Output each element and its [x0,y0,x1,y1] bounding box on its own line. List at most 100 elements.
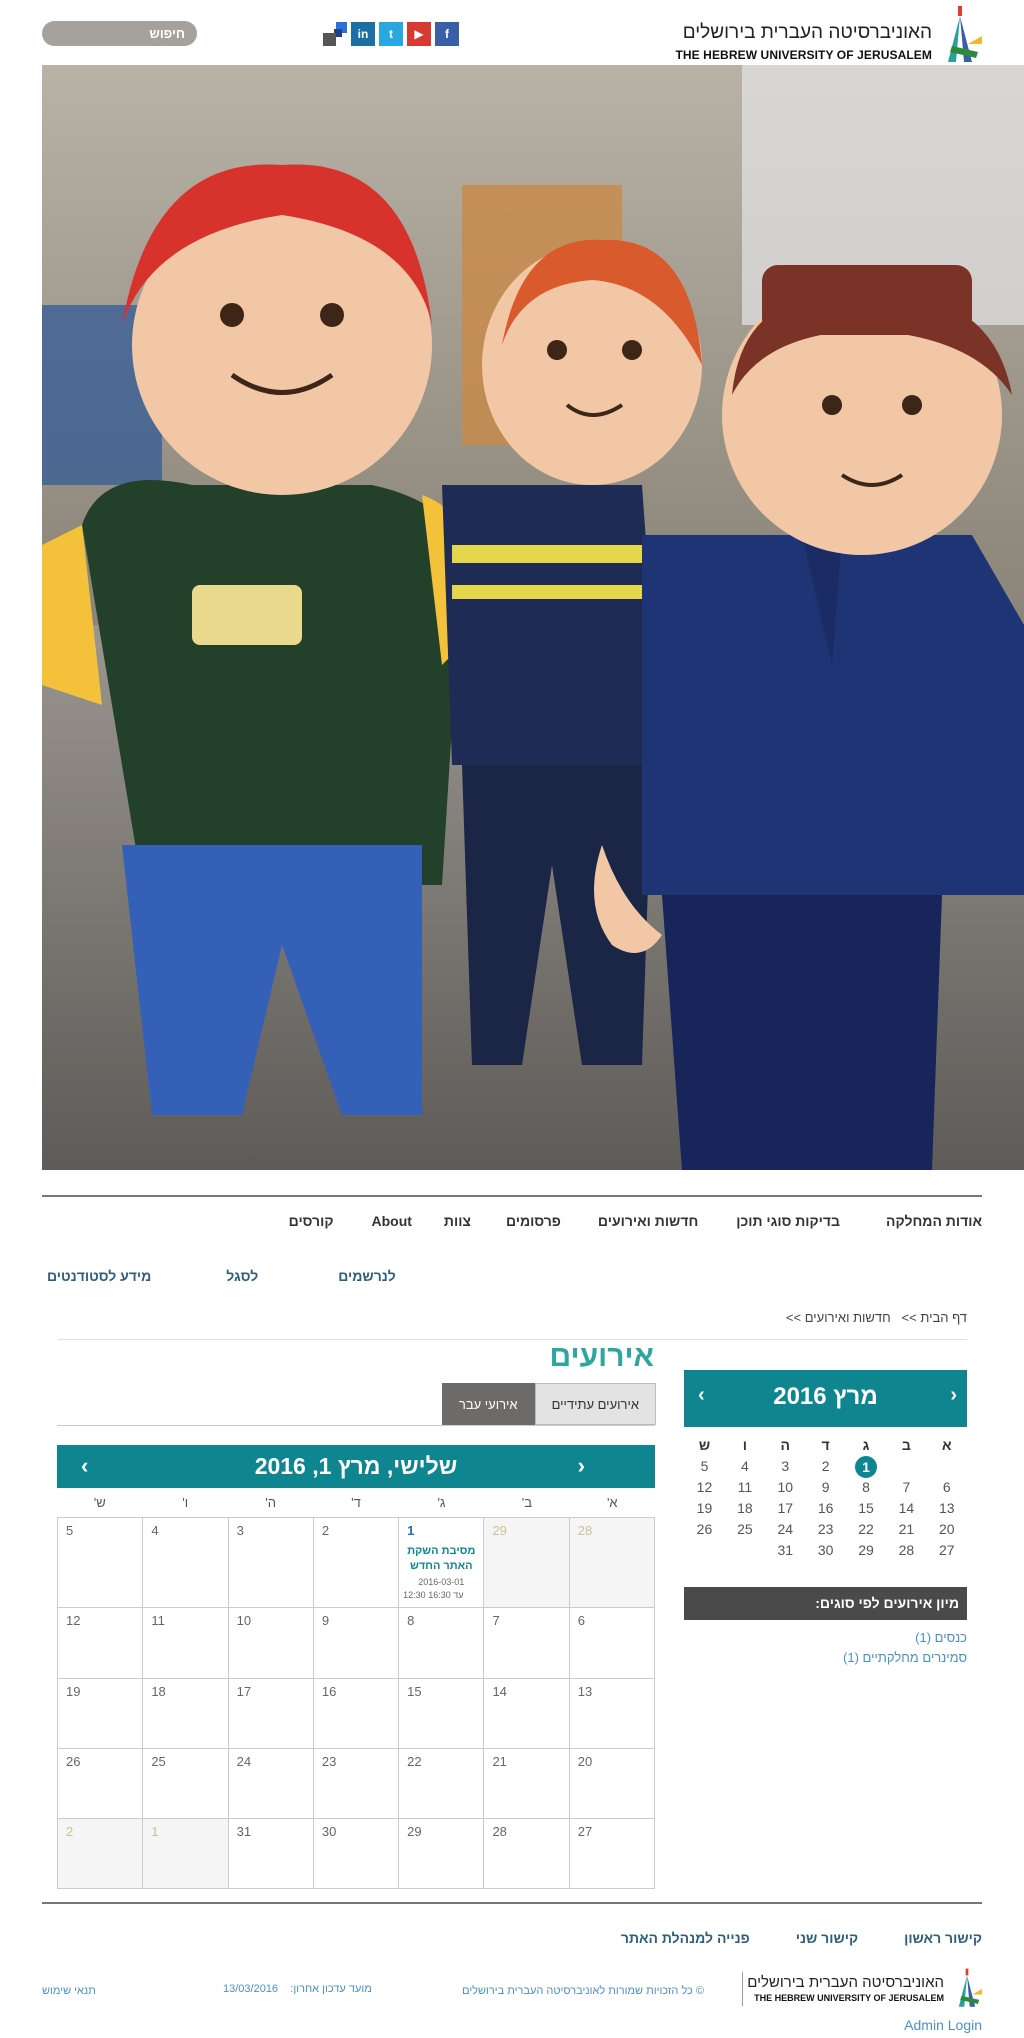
event-title[interactable]: מסיבת השקת האתר החדש [403,1544,479,1574]
calendar-day[interactable]: 29 [398,1819,484,1889]
mini-day[interactable]: 11 [725,1477,765,1498]
mini-day[interactable]: 9 [805,1477,845,1498]
calendar-day[interactable]: 26 [57,1749,143,1819]
footer-link-second[interactable]: קישור שני [796,1930,858,1946]
calendar-day[interactable]: 14 [483,1679,569,1749]
calendar-day[interactable]: 13 [568,1679,654,1749]
nav-item-news-events[interactable]: חדשות ואירועים [598,1213,698,1229]
admin-login-link[interactable]: Admin Login [904,2017,982,2033]
youtube-icon[interactable]: ▶ [407,22,431,46]
mini-day[interactable]: 18 [725,1498,765,1519]
mini-day[interactable]: 15 [846,1498,886,1519]
mini-day[interactable]: 17 [765,1498,805,1519]
mini-day[interactable]: 26 [684,1519,724,1540]
calendar-day[interactable]: 3 [227,1518,313,1608]
mini-day[interactable]: 14 [886,1498,926,1519]
footer-logo[interactable]: האוניברסיטה העברית בירושלים THE HEBREW U… [747,1966,982,2012]
search-button[interactable]: חיפוש [42,21,197,46]
calendar-day[interactable]: 11 [142,1608,228,1679]
footer-link-contact-admin[interactable]: פנייה למנהלת האתר [621,1930,750,1946]
sort-item-conferences[interactable]: כנסים (1) [843,1628,967,1648]
sort-item-seminars[interactable]: סמינרים מחלקתיים (1) [843,1648,967,1668]
calendar-day[interactable]: 19 [57,1679,143,1749]
nav-item-courses[interactable]: קורסים [289,1213,334,1229]
nav-item-publications[interactable]: פרסומים [506,1213,561,1229]
linkedin-icon[interactable]: in [351,22,375,46]
nav-item-student-info[interactable]: מידע לסטודנטים [47,1268,151,1284]
mini-day[interactable]: 20 [927,1519,967,1540]
mini-day[interactable]: 12 [684,1477,724,1498]
calendar-day[interactable]: 1 [142,1819,228,1889]
calendar-day[interactable]: 30 [312,1819,399,1889]
calendar-day[interactable]: 10 [227,1608,313,1679]
calendar-day[interactable]: 25 [142,1749,228,1819]
calendar-day[interactable]: 27 [568,1819,654,1889]
calendar-day[interactable]: 31 [227,1819,313,1889]
calendar-next-button[interactable]: › [81,1453,88,1479]
mini-day[interactable]: 7 [886,1477,926,1498]
nav-item-applicants[interactable]: לנרשמים [338,1268,396,1284]
terms-of-use-link[interactable]: תנאי שימוש [42,1985,96,1997]
calendar-event[interactable]: מסיבת השקת האתר החדש 2016-03-01 12:30 עד… [403,1544,479,1600]
mini-day[interactable]: 25 [725,1519,765,1540]
mini-day[interactable]: 6 [927,1477,967,1498]
nav-item-about-department[interactable]: אודות המחלקה [886,1213,982,1229]
mini-day[interactable]: 30 [805,1540,845,1561]
calendar-day[interactable]: 9 [312,1608,399,1679]
share-squares-icon[interactable] [323,22,347,46]
mini-day[interactable]: 21 [886,1519,926,1540]
calendar-day[interactable]: 22 [398,1749,484,1819]
footer-link-first[interactable]: קישור ראשון [904,1930,982,1946]
calendar-day[interactable]: 24 [227,1749,313,1819]
mini-day[interactable]: 16 [805,1498,845,1519]
mini-day[interactable]: 3 [765,1456,805,1477]
calendar-day[interactable]: 15 [398,1679,484,1749]
calendar-day[interactable]: 4 [142,1518,228,1608]
mini-day[interactable]: 8 [846,1477,886,1498]
calendar-day-today[interactable]: 1 מסיבת השקת האתר החדש 2016-03-01 12:30 … [398,1518,484,1608]
mini-day[interactable]: 13 [927,1498,967,1519]
mini-day[interactable]: 22 [846,1519,886,1540]
nav-item-about-en[interactable]: About [371,1213,411,1229]
tab-future-events[interactable]: אירועים עתידיים [534,1383,656,1425]
calendar-day[interactable]: 18 [142,1679,228,1749]
calendar-day[interactable]: 21 [483,1749,569,1819]
facebook-icon[interactable]: f [435,22,459,46]
calendar-day[interactable]: 17 [227,1679,313,1749]
calendar-day[interactable]: 16 [312,1679,399,1749]
university-logo[interactable]: האוניברסיטה העברית בירושלים THE HEBREW U… [675,6,982,66]
breadcrumb-current[interactable]: חדשות ואירועים [805,1310,891,1325]
breadcrumb-home[interactable]: דף הבית [920,1310,967,1325]
mini-day[interactable]: 31 [765,1540,805,1561]
mini-day[interactable]: 4 [725,1456,765,1477]
calendar-day[interactable]: 28 [483,1819,569,1889]
calendar-day[interactable]: 2 [312,1518,399,1608]
nav-item-staff[interactable]: צוות [444,1213,471,1229]
calendar-day[interactable]: 28 [568,1518,654,1608]
calendar-day[interactable]: 12 [57,1608,143,1679]
mini-day-selected[interactable]: 1 [846,1456,886,1478]
calendar-day[interactable]: 23 [312,1749,399,1819]
mini-day[interactable]: 28 [886,1540,926,1561]
nav-item-faculty[interactable]: לסגל [226,1268,258,1284]
calendar-day[interactable]: 2 [57,1819,143,1889]
calendar-day[interactable]: 8 [398,1608,484,1679]
calendar-day[interactable]: 29 [483,1518,569,1608]
tab-past-events[interactable]: אירועי עבר [441,1383,535,1425]
calendar-day[interactable]: 7 [483,1608,569,1679]
calendar-prev-button[interactable]: ‹ [578,1453,585,1479]
calendar-day[interactable]: 6 [568,1608,654,1679]
mini-day[interactable]: 2 [805,1456,845,1477]
mini-day[interactable]: 5 [684,1456,724,1477]
calendar-day[interactable]: 20 [568,1749,654,1819]
twitter-icon[interactable]: t [379,22,403,46]
mini-day[interactable]: 27 [927,1540,967,1561]
mini-calendar-next-button[interactable]: › [698,1384,705,1407]
mini-day[interactable]: 29 [846,1540,886,1561]
mini-day[interactable]: 10 [765,1477,805,1498]
mini-day[interactable]: 19 [684,1498,724,1519]
calendar-day[interactable]: 5 [57,1518,143,1608]
mini-calendar-prev-button[interactable]: ‹ [950,1384,957,1407]
nav-item-content-types[interactable]: בדיקות סוגי תוכן [736,1213,840,1229]
mini-day[interactable]: 23 [805,1519,845,1540]
